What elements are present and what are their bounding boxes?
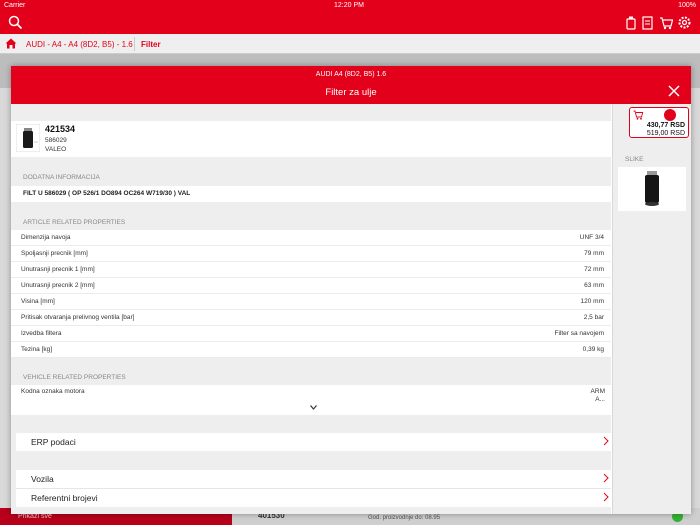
images-heading: SLIKE	[625, 156, 644, 163]
property-name: Dimenzija navoja	[21, 234, 71, 241]
side-panel: 430,77 RSD 519,00 RSD SLIKE	[612, 104, 691, 514]
property-value: 72 mm	[584, 266, 604, 273]
breadcrumb-vehicle[interactable]: AUDI - A4 - A4 (8D2, B5) - 1.6	[26, 40, 133, 49]
vehicle-property-row[interactable]: Kodna oznaka motora ARM A...	[11, 385, 611, 415]
oil-filter-image	[645, 171, 659, 206]
add-to-cart-icon[interactable]	[633, 110, 644, 120]
chevron-down-icon[interactable]	[310, 405, 317, 410]
article-code: 586029	[45, 137, 67, 144]
erp-data-row[interactable]: ERP podaci	[16, 433, 611, 451]
property-row: Unutrasnji precnik 1 [mm] 72 mm	[11, 262, 611, 278]
property-value: 2,5 bar	[583, 314, 604, 321]
document-icon[interactable]	[642, 16, 653, 30]
chevron-right-icon	[603, 473, 609, 483]
vehicle-properties-heading: VEHICLE RELATED PROPERTIES	[23, 374, 126, 381]
stock-indicator	[664, 109, 676, 121]
additional-info-row: FILT U 586029 ( OP 526/1 DO894 OC264 W71…	[11, 186, 611, 202]
product-thumbnail	[16, 124, 40, 152]
additional-info-value: FILT U 586029 ( OP 526/1 DO894 OC264 W71…	[23, 190, 191, 197]
price-box[interactable]: 430,77 RSD 519,00 RSD	[629, 107, 689, 138]
gross-price: 519,00 RSD	[646, 130, 685, 137]
breadcrumb-divider	[134, 37, 135, 51]
article-brand: VALEO	[45, 146, 67, 153]
oil-can-icon[interactable]	[626, 16, 636, 30]
property-name: Tezina [kg]	[21, 346, 53, 353]
background-note: God. proizvodnje do: 08.95	[368, 515, 441, 521]
chevron-right-icon	[603, 492, 609, 502]
property-row: Tezina [kg] 0,39 kg	[11, 342, 611, 358]
property-name: Unutrasnji precnik 2 [mm]	[21, 282, 95, 289]
property-row: Unutrasnji precnik 2 [mm] 63 mm	[11, 278, 611, 294]
product-image[interactable]	[618, 167, 686, 211]
property-value: 63 mm	[584, 282, 604, 289]
net-price: 430,77 RSD	[646, 122, 685, 129]
vehicles-row[interactable]: Vozila	[16, 470, 611, 488]
erp-data-label: ERP podaci	[31, 437, 76, 447]
vehicle-property-value-more: A...	[595, 396, 605, 403]
property-row: Visina [mm] 120 mm	[11, 294, 611, 310]
modal-header: AUDI A4 (8D2, B5) 1.6 Filter za ulje	[11, 66, 691, 104]
battery-label: 100%	[678, 2, 696, 9]
property-row: Spoljasnji precnik [mm] 79 mm	[11, 246, 611, 262]
property-row: Dimenzija navoja UNF 3/4	[11, 230, 611, 246]
vehicle-property-name: Kodna oznaka motora	[21, 388, 85, 395]
property-value: 79 mm	[584, 250, 604, 257]
article-properties-heading: ARTICLE RELATED PROPERTIES	[23, 219, 126, 226]
breadcrumb-section[interactable]: Filter	[141, 40, 161, 49]
cart-icon[interactable]	[659, 16, 673, 30]
property-value: UNF 3/4	[579, 234, 604, 241]
property-value: 0,39 kg	[582, 346, 604, 353]
status-bar: Carrier 12:20 PM 100%	[0, 0, 700, 12]
article-card: 421534 586029 VALEO	[11, 121, 611, 157]
additional-info-heading: DODATNA INFORMACIJA	[23, 174, 100, 181]
reference-numbers-row[interactable]: Referentni brojevi	[16, 489, 611, 507]
vehicles-label: Vozila	[31, 474, 54, 484]
carrier-label: Carrier	[4, 2, 26, 9]
detail-scroll-area[interactable]: 421534 586029 VALEO DODATNA INFORMACIJA …	[11, 104, 611, 514]
app-bar	[0, 12, 700, 34]
close-icon[interactable]	[668, 85, 680, 97]
show-all-label: Prikaži sve	[18, 513, 52, 520]
property-value: 120 mm	[580, 298, 604, 305]
modal-subtitle: AUDI A4 (8D2, B5) 1.6	[315, 71, 387, 78]
modal-title: Filter za ulje	[325, 87, 377, 98]
property-name: Izvedba filtera	[21, 330, 62, 337]
clock: 12:20 PM	[334, 2, 364, 9]
breadcrumb: AUDI - A4 - A4 (8D2, B5) - 1.6 Filter	[0, 34, 700, 54]
vehicle-property-value: ARM	[590, 388, 605, 395]
reference-numbers-label: Referentni brojevi	[31, 493, 98, 503]
property-row: Izvedba filtera Filter sa navojem	[11, 326, 611, 342]
article-number: 421534	[45, 124, 76, 134]
property-row: Pritisak otvaranja prelivnog ventila [ba…	[11, 310, 611, 326]
search-icon[interactable]	[8, 15, 23, 30]
property-name: Unutrasnji precnik 1 [mm]	[21, 266, 95, 273]
article-detail-modal: AUDI A4 (8D2, B5) 1.6 Filter za ulje 421…	[11, 66, 691, 514]
property-name: Spoljasnji precnik [mm]	[21, 250, 88, 257]
chevron-right-icon	[603, 436, 609, 446]
property-name: Pritisak otvaranja prelivnog ventila [ba…	[21, 314, 135, 321]
home-icon[interactable]	[5, 38, 17, 49]
property-value: Filter sa navojem	[554, 330, 605, 337]
property-name: Visina [mm]	[21, 298, 55, 305]
gear-icon[interactable]	[677, 15, 692, 30]
